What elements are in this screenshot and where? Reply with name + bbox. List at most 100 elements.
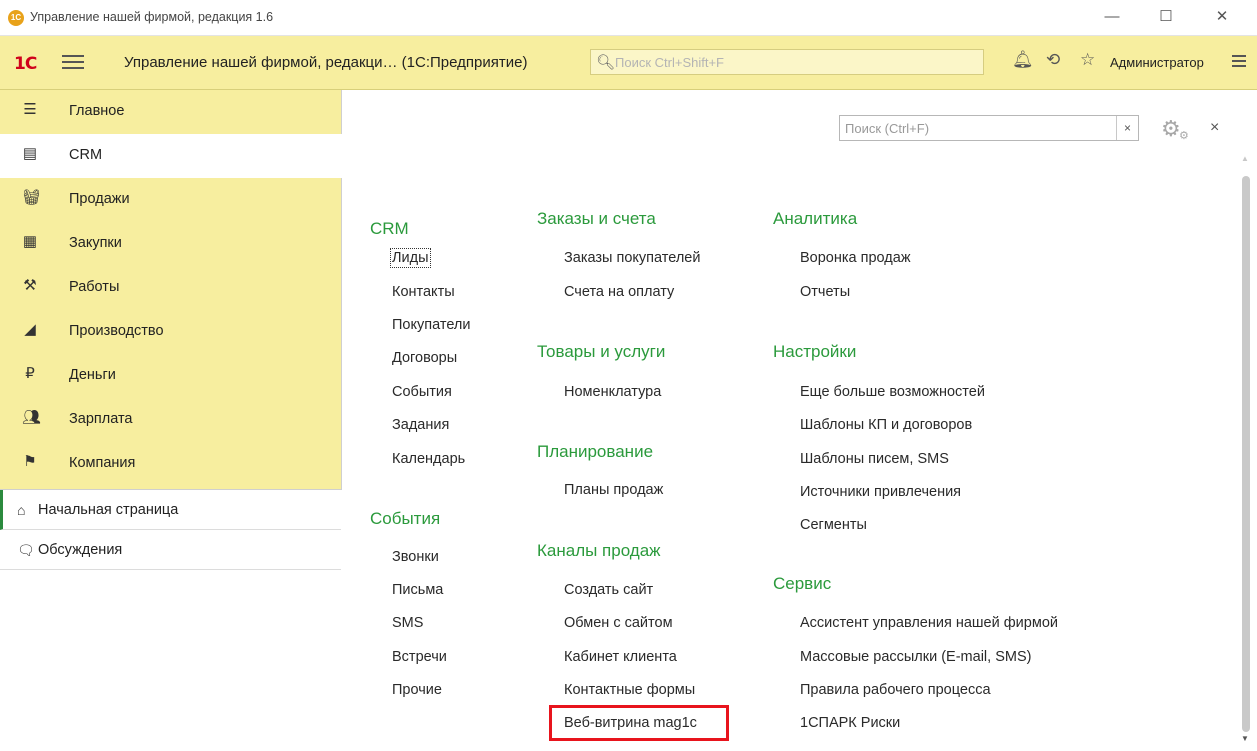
close-form-button[interactable]: × [1210, 119, 1219, 137]
ruble-coin-icon: ₽ [25, 365, 35, 382]
link-workflow-rules[interactable]: Правила рабочего процесса [800, 682, 991, 698]
scroll-down-icon[interactable]: ▼ [1241, 734, 1249, 743]
group-title-planning: Планирование [537, 442, 654, 461]
link-meetings[interactable]: Встречи [392, 649, 447, 665]
section-label: Продажи [69, 191, 130, 207]
list-icon: ☰ [23, 101, 37, 118]
section-works[interactable]: ⚒ Работы [0, 266, 342, 310]
link-calls[interactable]: Звонки [392, 549, 439, 565]
section-purchases[interactable]: ▦ Закупки [0, 222, 342, 266]
link-customers[interactable]: Покупатели [392, 317, 470, 333]
section-label: Работы [69, 279, 120, 295]
global-search[interactable]: 🔍︎ [590, 49, 984, 75]
link-more-features[interactable]: Еще больше возможностей [800, 384, 985, 400]
link-mass-mailing[interactable]: Массовые рассылки (E-mail, SMS) [800, 649, 1031, 665]
history-icon[interactable]: ⟲ [1046, 50, 1060, 70]
clear-search-button[interactable]: × [1116, 116, 1138, 140]
main-menu-icon[interactable] [62, 51, 84, 71]
section-label: Зарплата [69, 411, 133, 427]
section-main[interactable]: ☰ Главное [0, 90, 342, 134]
link-invoices[interactable]: Счета на оплату [564, 284, 674, 300]
form-search-input[interactable] [845, 120, 1115, 136]
group-title-events: События [370, 509, 441, 528]
window-titlebar: 1C Управление нашей фирмой, редакция 1.6… [0, 0, 1257, 36]
minimize-button[interactable]: — [1100, 6, 1124, 28]
page-discussions[interactable]: 🗨︎ Обсуждения [0, 530, 341, 570]
form-search[interactable]: × [839, 115, 1139, 141]
gear-icon[interactable]: ⚙ [1161, 116, 1181, 142]
link-events[interactable]: События [392, 384, 452, 400]
highlight-box [549, 705, 729, 741]
flag-icon: ⚑ [23, 453, 37, 470]
close-window-button[interactable]: ✕ [1210, 6, 1234, 28]
link-client-cabinet[interactable]: Кабинет клиента [564, 649, 677, 665]
link-customer-orders[interactable]: Заказы покупателей [564, 250, 700, 266]
page-label: Начальная страница [38, 502, 179, 518]
factory-icon: ◢ [24, 321, 36, 338]
window-title: Управление нашей фирмой, редакция 1.6 [30, 10, 274, 24]
link-contact-forms[interactable]: Контактные формы [564, 682, 695, 698]
maximize-button[interactable]: ☐ [1154, 6, 1178, 28]
section-content: × ⚙ ⚙ × ▲ ▼ CRM Лиды Контакты Покупатели… [343, 90, 1257, 751]
link-contacts[interactable]: Контакты [392, 284, 455, 300]
group-title-service: Сервис [773, 574, 832, 593]
link-calendar[interactable]: Календарь [392, 451, 465, 467]
section-production[interactable]: ◢ Производство [0, 310, 342, 354]
link-nomenclature[interactable]: Номенклатура [564, 384, 661, 400]
link-other[interactable]: Прочие [392, 682, 442, 698]
link-spark-risks[interactable]: 1СПАРК Риски [800, 715, 900, 731]
link-assistant[interactable]: Ассистент управления нашей фирмой [800, 615, 1058, 631]
link-contracts[interactable]: Договоры [392, 350, 457, 366]
1c-logo-icon: 1С [14, 54, 37, 74]
link-create-site[interactable]: Создать сайт [564, 582, 653, 598]
cart-icon: ▦ [22, 233, 38, 250]
group-title-channels: Каналы продаж [537, 541, 661, 560]
home-icon: ⌂ [17, 502, 26, 518]
chat-icon: 🗨︎ [17, 542, 35, 558]
page-home[interactable]: ⌂ Начальная страница [0, 490, 341, 530]
page-label: Обсуждения [38, 542, 123, 558]
group-title-goods: Товары и услуги [537, 342, 666, 361]
section-label: Главное [69, 103, 125, 119]
link-site-exchange[interactable]: Обмен с сайтом [564, 615, 673, 631]
link-sms[interactable]: SMS [392, 615, 423, 631]
scroll-up-icon[interactable]: ▲ [1241, 154, 1249, 163]
group-title-settings: Настройки [773, 342, 857, 361]
link-tasks[interactable]: Задания [392, 417, 449, 433]
link-segments[interactable]: Сегменты [800, 517, 867, 533]
section-salary[interactable]: 👥︎ Зарплата [0, 398, 342, 442]
group-title-analytics: Аналитика [773, 209, 858, 228]
search-icon: 🔍︎ [596, 54, 616, 71]
app-title: Управление нашей фирмой, редакци… (1С:Пр… [124, 54, 528, 71]
link-mail-templates[interactable]: Шаблоны писем, SMS [800, 451, 949, 467]
section-label: CRM [69, 147, 103, 163]
link-letters[interactable]: Письма [392, 582, 443, 598]
crm-card-icon: ▤ [22, 145, 38, 162]
gear-small-icon: ⚙ [1179, 130, 1189, 142]
section-label: Закупки [69, 235, 122, 251]
group-title-crm: CRM [370, 219, 409, 238]
sections-panel: ☰ Главное ▤ CRM 🧺︎ Продажи ▦ Закупки ⚒ Р… [0, 90, 342, 751]
people-icon: 👥︎ [22, 409, 42, 426]
settings-menu-icon[interactable] [1232, 52, 1246, 70]
app-logo-icon: 1C [8, 10, 24, 26]
section-company[interactable]: ⚑ Компания [0, 442, 342, 486]
section-label: Деньги [69, 367, 116, 383]
link-lead-sources[interactable]: Источники привлечения [800, 484, 961, 500]
section-money[interactable]: ₽ Деньги [0, 354, 342, 398]
user-name[interactable]: Администратор [1110, 55, 1204, 70]
link-kp-templates[interactable]: Шаблоны КП и договоров [800, 417, 972, 433]
bell-icon[interactable]: 🔔︎ [1012, 50, 1034, 70]
scrollbar-thumb[interactable] [1242, 176, 1250, 732]
tools-icon: ⚒ [23, 277, 37, 294]
link-sales-plans[interactable]: Планы продаж [564, 482, 663, 498]
section-crm[interactable]: ▤ CRM [0, 134, 342, 178]
link-leads[interactable]: Лиды [390, 248, 431, 268]
favorites-star-icon[interactable]: ☆ [1080, 50, 1095, 70]
section-label: Производство [69, 323, 164, 339]
app-toolbar: 1С Управление нашей фирмой, редакци… (1С… [0, 36, 1257, 90]
global-search-input[interactable] [615, 53, 975, 71]
link-sales-funnel[interactable]: Воронка продаж [800, 250, 911, 266]
section-sales[interactable]: 🧺︎ Продажи [0, 178, 342, 222]
link-reports[interactable]: Отчеты [800, 284, 850, 300]
